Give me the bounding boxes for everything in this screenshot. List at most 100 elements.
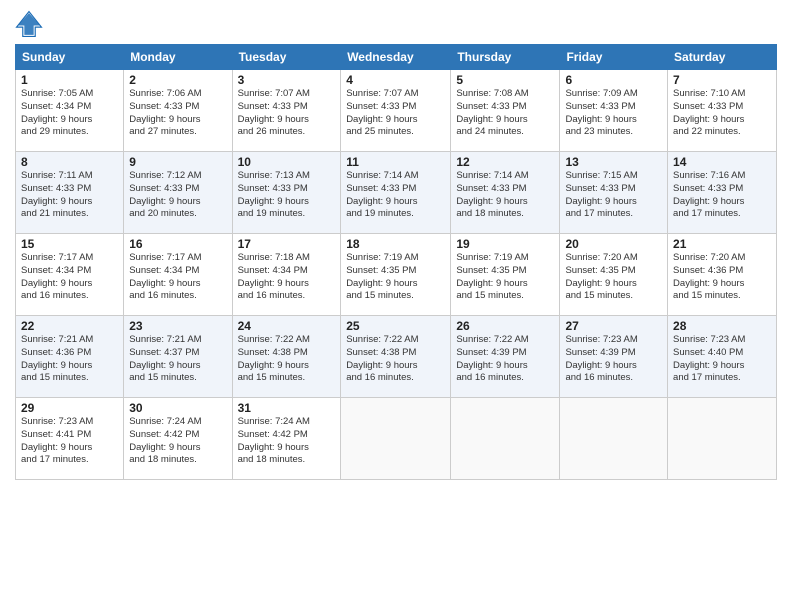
calendar-cell: 2Sunrise: 7:06 AMSunset: 4:33 PMDaylight…	[124, 70, 232, 152]
calendar-cell	[668, 398, 777, 480]
calendar-cell	[451, 398, 560, 480]
day-info: Sunrise: 7:14 AMSunset: 4:33 PMDaylight:…	[346, 170, 445, 221]
calendar-cell: 9Sunrise: 7:12 AMSunset: 4:33 PMDaylight…	[124, 152, 232, 234]
day-info: Sunrise: 7:16 AMSunset: 4:33 PMDaylight:…	[673, 170, 771, 221]
day-info: Sunrise: 7:22 AMSunset: 4:39 PMDaylight:…	[456, 334, 554, 385]
calendar-week-row: 29Sunrise: 7:23 AMSunset: 4:41 PMDayligh…	[16, 398, 777, 480]
calendar-cell: 13Sunrise: 7:15 AMSunset: 4:33 PMDayligh…	[560, 152, 668, 234]
calendar-cell: 29Sunrise: 7:23 AMSunset: 4:41 PMDayligh…	[16, 398, 124, 480]
day-number: 19	[456, 237, 554, 251]
calendar-cell: 17Sunrise: 7:18 AMSunset: 4:34 PMDayligh…	[232, 234, 341, 316]
calendar-cell	[341, 398, 451, 480]
calendar-cell: 25Sunrise: 7:22 AMSunset: 4:38 PMDayligh…	[341, 316, 451, 398]
day-info: Sunrise: 7:07 AMSunset: 4:33 PMDaylight:…	[238, 88, 336, 139]
calendar-cell: 11Sunrise: 7:14 AMSunset: 4:33 PMDayligh…	[341, 152, 451, 234]
logo	[15, 10, 45, 38]
day-number: 3	[238, 73, 336, 87]
calendar-cell: 14Sunrise: 7:16 AMSunset: 4:33 PMDayligh…	[668, 152, 777, 234]
day-number: 25	[346, 319, 445, 333]
day-info: Sunrise: 7:07 AMSunset: 4:33 PMDaylight:…	[346, 88, 445, 139]
calendar-cell: 26Sunrise: 7:22 AMSunset: 4:39 PMDayligh…	[451, 316, 560, 398]
day-info: Sunrise: 7:22 AMSunset: 4:38 PMDaylight:…	[238, 334, 336, 385]
calendar-header-row: Sunday Monday Tuesday Wednesday Thursday…	[16, 45, 777, 70]
day-info: Sunrise: 7:24 AMSunset: 4:42 PMDaylight:…	[129, 416, 226, 467]
day-info: Sunrise: 7:17 AMSunset: 4:34 PMDaylight:…	[129, 252, 226, 303]
day-info: Sunrise: 7:18 AMSunset: 4:34 PMDaylight:…	[238, 252, 336, 303]
calendar-cell: 6Sunrise: 7:09 AMSunset: 4:33 PMDaylight…	[560, 70, 668, 152]
day-number: 20	[565, 237, 662, 251]
calendar-week-row: 1Sunrise: 7:05 AMSunset: 4:34 PMDaylight…	[16, 70, 777, 152]
day-number: 23	[129, 319, 226, 333]
day-number: 26	[456, 319, 554, 333]
col-wednesday: Wednesday	[341, 45, 451, 70]
calendar-cell: 15Sunrise: 7:17 AMSunset: 4:34 PMDayligh…	[16, 234, 124, 316]
day-number: 15	[21, 237, 118, 251]
day-number: 16	[129, 237, 226, 251]
day-info: Sunrise: 7:09 AMSunset: 4:33 PMDaylight:…	[565, 88, 662, 139]
day-number: 9	[129, 155, 226, 169]
day-info: Sunrise: 7:17 AMSunset: 4:34 PMDaylight:…	[21, 252, 118, 303]
day-number: 7	[673, 73, 771, 87]
col-friday: Friday	[560, 45, 668, 70]
calendar-cell: 5Sunrise: 7:08 AMSunset: 4:33 PMDaylight…	[451, 70, 560, 152]
calendar-cell: 30Sunrise: 7:24 AMSunset: 4:42 PMDayligh…	[124, 398, 232, 480]
day-number: 18	[346, 237, 445, 251]
calendar-cell: 1Sunrise: 7:05 AMSunset: 4:34 PMDaylight…	[16, 70, 124, 152]
day-info: Sunrise: 7:06 AMSunset: 4:33 PMDaylight:…	[129, 88, 226, 139]
calendar-table: Sunday Monday Tuesday Wednesday Thursday…	[15, 44, 777, 480]
day-info: Sunrise: 7:24 AMSunset: 4:42 PMDaylight:…	[238, 416, 336, 467]
calendar-cell: 7Sunrise: 7:10 AMSunset: 4:33 PMDaylight…	[668, 70, 777, 152]
day-info: Sunrise: 7:13 AMSunset: 4:33 PMDaylight:…	[238, 170, 336, 221]
calendar-cell: 3Sunrise: 7:07 AMSunset: 4:33 PMDaylight…	[232, 70, 341, 152]
day-info: Sunrise: 7:19 AMSunset: 4:35 PMDaylight:…	[346, 252, 445, 303]
col-thursday: Thursday	[451, 45, 560, 70]
col-saturday: Saturday	[668, 45, 777, 70]
calendar-cell: 19Sunrise: 7:19 AMSunset: 4:35 PMDayligh…	[451, 234, 560, 316]
day-number: 29	[21, 401, 118, 415]
day-info: Sunrise: 7:15 AMSunset: 4:33 PMDaylight:…	[565, 170, 662, 221]
logo-icon	[15, 10, 43, 38]
calendar-cell: 31Sunrise: 7:24 AMSunset: 4:42 PMDayligh…	[232, 398, 341, 480]
day-number: 1	[21, 73, 118, 87]
day-number: 27	[565, 319, 662, 333]
calendar-cell: 23Sunrise: 7:21 AMSunset: 4:37 PMDayligh…	[124, 316, 232, 398]
day-info: Sunrise: 7:19 AMSunset: 4:35 PMDaylight:…	[456, 252, 554, 303]
calendar-cell: 8Sunrise: 7:11 AMSunset: 4:33 PMDaylight…	[16, 152, 124, 234]
day-number: 10	[238, 155, 336, 169]
day-number: 12	[456, 155, 554, 169]
day-info: Sunrise: 7:23 AMSunset: 4:40 PMDaylight:…	[673, 334, 771, 385]
col-sunday: Sunday	[16, 45, 124, 70]
day-info: Sunrise: 7:11 AMSunset: 4:33 PMDaylight:…	[21, 170, 118, 221]
day-number: 8	[21, 155, 118, 169]
calendar-cell	[560, 398, 668, 480]
calendar-cell: 20Sunrise: 7:20 AMSunset: 4:35 PMDayligh…	[560, 234, 668, 316]
calendar-cell: 28Sunrise: 7:23 AMSunset: 4:40 PMDayligh…	[668, 316, 777, 398]
calendar-cell: 24Sunrise: 7:22 AMSunset: 4:38 PMDayligh…	[232, 316, 341, 398]
day-number: 17	[238, 237, 336, 251]
day-info: Sunrise: 7:05 AMSunset: 4:34 PMDaylight:…	[21, 88, 118, 139]
day-info: Sunrise: 7:21 AMSunset: 4:36 PMDaylight:…	[21, 334, 118, 385]
calendar-cell: 12Sunrise: 7:14 AMSunset: 4:33 PMDayligh…	[451, 152, 560, 234]
header	[15, 10, 777, 38]
day-number: 6	[565, 73, 662, 87]
page: Sunday Monday Tuesday Wednesday Thursday…	[0, 0, 792, 612]
day-info: Sunrise: 7:12 AMSunset: 4:33 PMDaylight:…	[129, 170, 226, 221]
day-info: Sunrise: 7:20 AMSunset: 4:36 PMDaylight:…	[673, 252, 771, 303]
day-number: 22	[21, 319, 118, 333]
day-number: 14	[673, 155, 771, 169]
day-number: 31	[238, 401, 336, 415]
calendar-cell: 18Sunrise: 7:19 AMSunset: 4:35 PMDayligh…	[341, 234, 451, 316]
day-number: 21	[673, 237, 771, 251]
col-tuesday: Tuesday	[232, 45, 341, 70]
day-number: 13	[565, 155, 662, 169]
calendar-week-row: 22Sunrise: 7:21 AMSunset: 4:36 PMDayligh…	[16, 316, 777, 398]
day-number: 24	[238, 319, 336, 333]
day-info: Sunrise: 7:10 AMSunset: 4:33 PMDaylight:…	[673, 88, 771, 139]
col-monday: Monday	[124, 45, 232, 70]
day-number: 11	[346, 155, 445, 169]
calendar-week-row: 8Sunrise: 7:11 AMSunset: 4:33 PMDaylight…	[16, 152, 777, 234]
calendar-cell: 16Sunrise: 7:17 AMSunset: 4:34 PMDayligh…	[124, 234, 232, 316]
calendar-cell: 4Sunrise: 7:07 AMSunset: 4:33 PMDaylight…	[341, 70, 451, 152]
calendar-cell: 22Sunrise: 7:21 AMSunset: 4:36 PMDayligh…	[16, 316, 124, 398]
calendar-cell: 10Sunrise: 7:13 AMSunset: 4:33 PMDayligh…	[232, 152, 341, 234]
